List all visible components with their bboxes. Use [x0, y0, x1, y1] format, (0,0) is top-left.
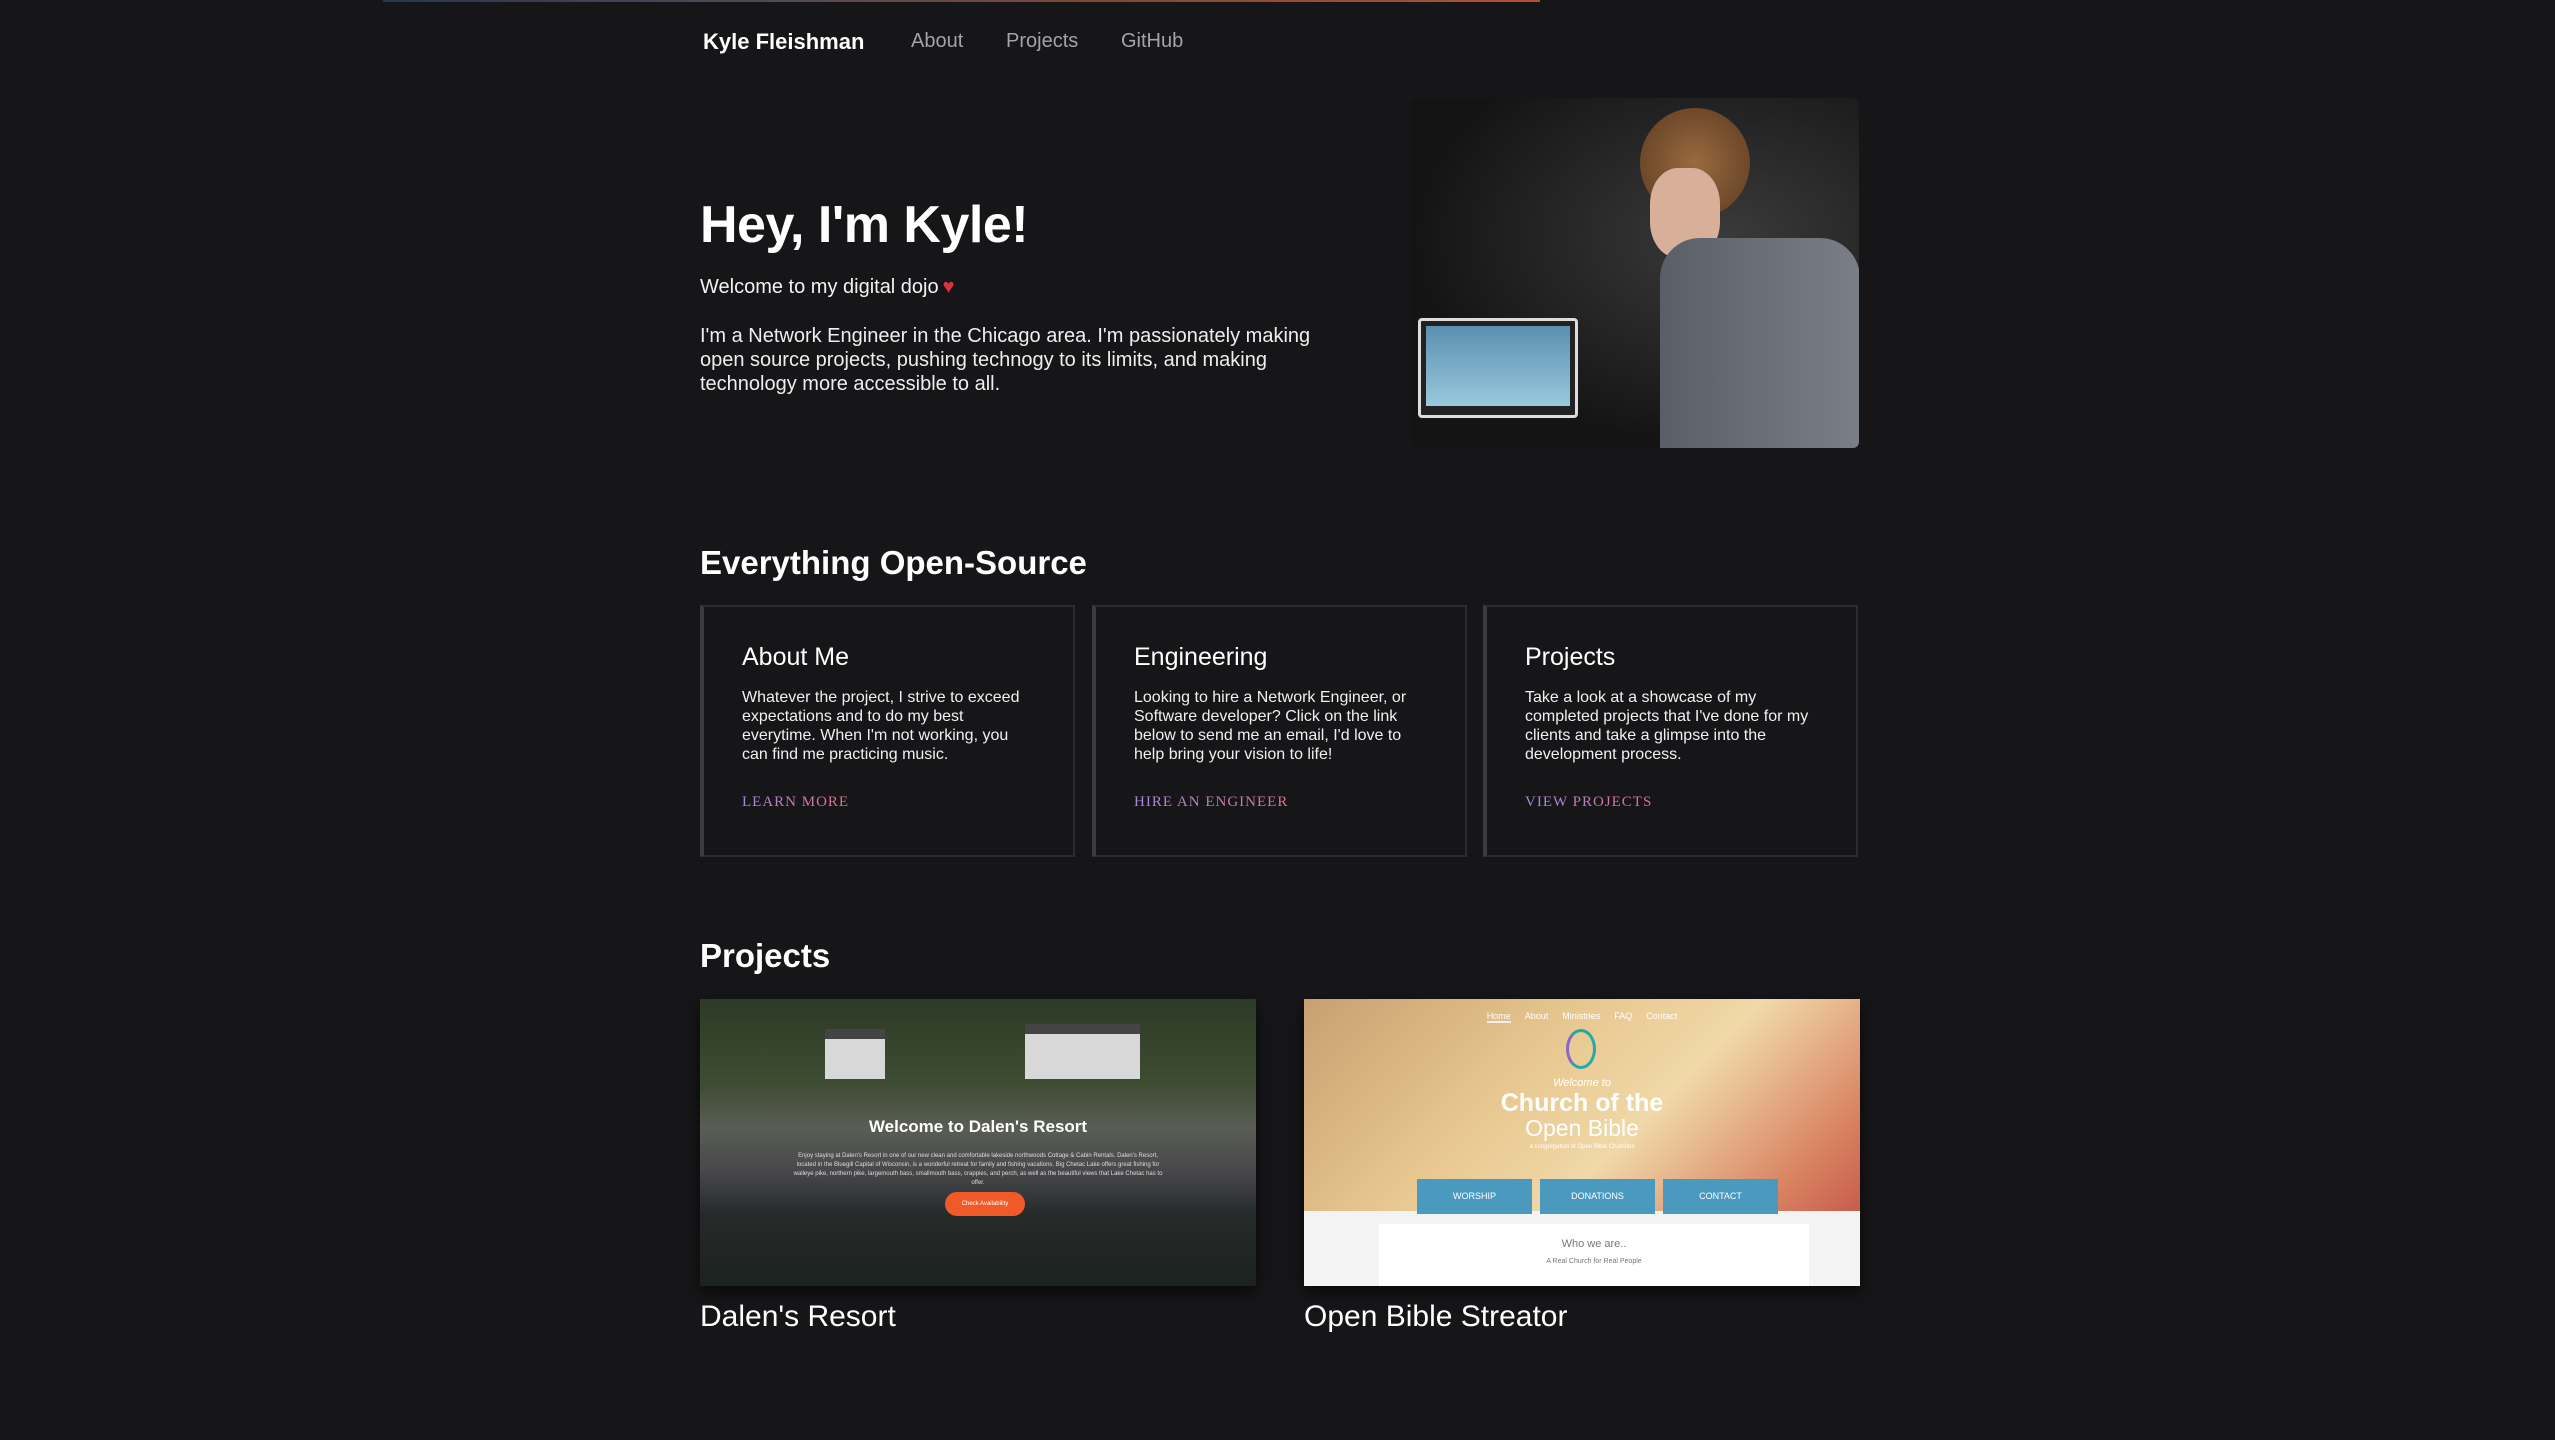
- welcome-text: Welcome to my digital dojo: [700, 276, 939, 298]
- check-availability-button: Check Availability: [945, 1192, 1025, 1216]
- shot-nav: Home About Ministries FAQ Contact: [1304, 1011, 1860, 1023]
- project-caption[interactable]: Dalen's Resort: [700, 1300, 896, 1334]
- shot-welcome: Welcome to: [1553, 1077, 1611, 1089]
- photo-laptop: [1418, 318, 1578, 418]
- profile-photo: [1410, 98, 1859, 448]
- top-accent-bar: [383, 0, 1540, 2]
- hero-intro: I'm a Network Engineer in the Chicago ar…: [700, 325, 1311, 395]
- shot-nav-item: FAQ: [1614, 1011, 1633, 1021]
- shot-title-1: Church of the: [1500, 1089, 1664, 1117]
- hero-welcome: Welcome to my digital dojo ♥: [700, 276, 955, 299]
- shot-description: Enjoy staying at Dalen's Resort in one o…: [793, 1153, 1163, 1186]
- card-title: Projects: [1525, 643, 1616, 671]
- shot-tagline: A Real Church for Real People: [1546, 1258, 1642, 1265]
- shot-nav-item: Ministries: [1562, 1011, 1601, 1021]
- shot-who-box: Who we are.. A Real Church for Real Peop…: [1379, 1224, 1809, 1286]
- projects-heading: Projects: [700, 937, 831, 974]
- card-engineering: Engineering Looking to hire a Network En…: [1092, 605, 1467, 857]
- shot-nav-item: Home: [1486, 1011, 1511, 1023]
- shot-donations-button: DONATIONS: [1540, 1179, 1655, 1214]
- shot-title: Welcome to Dalen's Resort: [868, 1117, 1088, 1136]
- open-source-heading: Everything Open-Source: [700, 544, 1087, 581]
- cabin-shape: [1025, 1024, 1140, 1079]
- view-projects-link[interactable]: VIEW PROJECTS: [1525, 794, 1652, 811]
- nav-link-about[interactable]: About: [911, 30, 963, 53]
- shot-who: Who we are..: [1561, 1238, 1627, 1250]
- card-title: Engineering: [1134, 643, 1268, 671]
- shot-nav-item: About: [1524, 1011, 1549, 1021]
- project-dalens-resort-screenshot[interactable]: Welcome to Dalen's Resort Enjoy staying …: [700, 999, 1256, 1286]
- card-text: Whatever the project, I strive to exceed…: [742, 689, 1020, 763]
- card-projects: Projects Take a look at a showcase of my…: [1483, 605, 1858, 857]
- shot-subtitle: a congregation of Open Bible Churches: [1529, 1144, 1635, 1150]
- project-caption[interactable]: Open Bible Streator: [1304, 1300, 1567, 1334]
- cabin-shape: [825, 1029, 885, 1079]
- shot-contact-button: CONTACT: [1663, 1179, 1778, 1214]
- shot-title-2: Open Bible: [1525, 1115, 1639, 1141]
- nav-link-github[interactable]: GitHub: [1121, 30, 1183, 53]
- heart-icon: ♥: [942, 276, 955, 298]
- card-title: About Me: [742, 643, 850, 671]
- shot-nav-item: Contact: [1646, 1011, 1678, 1021]
- church-logo-icon: [1566, 1029, 1596, 1069]
- photo-shirt: [1660, 238, 1859, 448]
- nav-link-projects[interactable]: Projects: [1006, 30, 1078, 53]
- hire-engineer-link[interactable]: HIRE AN ENGINEER: [1134, 794, 1288, 811]
- shot-worship-button: WORSHIP: [1417, 1179, 1532, 1214]
- card-text: Take a look at a showcase of my complete…: [1525, 689, 1809, 763]
- card-text: Looking to hire a Network Engineer, or S…: [1134, 689, 1407, 763]
- hero-title: Hey, I'm Kyle!: [700, 196, 1029, 254]
- project-open-bible-screenshot[interactable]: Home About Ministries FAQ Contact Welcom…: [1304, 999, 1860, 1286]
- card-about-me: About Me Whatever the project, I strive …: [700, 605, 1075, 857]
- nav-brand[interactable]: Kyle Fleishman: [703, 29, 864, 55]
- learn-more-link[interactable]: LEARN MORE: [742, 794, 849, 811]
